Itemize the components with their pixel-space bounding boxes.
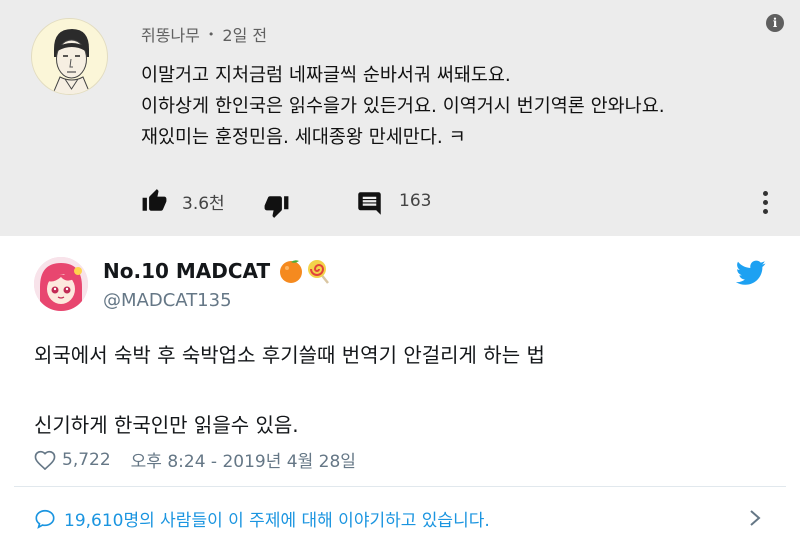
like-button[interactable]: 3.6천 [141, 186, 225, 216]
comment-line: 재있미는 훈정민음. 세대종왕 만세만다. ㅋ [141, 127, 466, 148]
lollipop-emoji [308, 260, 330, 284]
divider [14, 486, 786, 487]
tweet-text: 외국에서 숙박 후 숙박업소 후기쓸때 번역기 안걸리게 하는 법 신기하게 한… [34, 340, 545, 440]
comment-time[interactable]: 2일 전 [222, 22, 267, 46]
tweet-text-line: 외국에서 숙박 후 숙박업소 후기쓸때 번역기 안걸리게 하는 법 [34, 343, 545, 367]
comment-header: 쥐똥나무 • 2일 전 [141, 22, 267, 46]
reply-count: 163 [399, 191, 432, 211]
comment-line: 이하상게 한인국은 읽수을가 있든거요. 이역거시 번기역론 안와나요. [141, 96, 665, 117]
thumbs-up-icon [142, 189, 167, 211]
tweet-text-line: 신기하게 한국인만 읽을수 있음. [34, 413, 299, 437]
conversation-text: 19,610명의 사람들이 이 주제에 대해 이야기하고 있습니다. [64, 511, 490, 531]
like-count: 3.6천 [182, 193, 225, 214]
chevron-right-icon[interactable] [748, 509, 762, 527]
comment-icon [358, 191, 381, 215]
tweet-timestamp[interactable]: 오후 8:24 - 2019년 4월 28일 [131, 447, 356, 472]
tweet-card: No.10 MADCAT @MADCAT135 외국에서 숙박 후 숙박업소 후… [0, 236, 800, 548]
reply-button[interactable]: 163 [356, 186, 431, 216]
conversation-link[interactable]: 19,610명의 사람들이 이 주제에 대해 이야기하고 있습니다. [34, 506, 490, 531]
dislike-button[interactable] [263, 186, 290, 218]
tweet-like-count: 5,722 [62, 449, 111, 470]
speech-bubble-icon [35, 509, 55, 529]
comment-text: 이말거고 지처금럼 네짜글씩 순바서궈 써돼도요. 이하상게 한인국은 읽수을가… [141, 60, 761, 153]
twitter-bird-icon[interactable] [736, 260, 766, 286]
comment-actions: 3.6천 163 [141, 186, 781, 218]
comment-author[interactable]: 쥐똥나무 [141, 22, 200, 46]
tweet-meta: 5,722 오후 8:24 - 2019년 4월 28일 [34, 447, 356, 472]
display-name-text: No.10 MADCAT [103, 259, 271, 283]
tweet-handle[interactable]: @MADCAT135 [103, 290, 232, 311]
comment-line: 이말거고 지처금럼 네짜글씩 순바서궈 써돼도요. [141, 65, 511, 86]
info-icon[interactable]: i [766, 14, 784, 32]
heart-icon[interactable] [34, 450, 56, 470]
commenter-avatar[interactable] [31, 18, 108, 95]
youtube-comment: 쥐똥나무 • 2일 전 i 이말거고 지처금럼 네짜글씩 순바서궈 써돼도요. … [0, 0, 800, 236]
more-vert-icon[interactable] [758, 191, 772, 217]
tweet-display-name[interactable]: No.10 MADCAT [103, 258, 332, 284]
separator-dot: • [207, 27, 215, 41]
orange-emoji [280, 260, 303, 283]
tweet-avatar[interactable] [34, 257, 88, 311]
thumbs-down-icon [264, 196, 289, 218]
